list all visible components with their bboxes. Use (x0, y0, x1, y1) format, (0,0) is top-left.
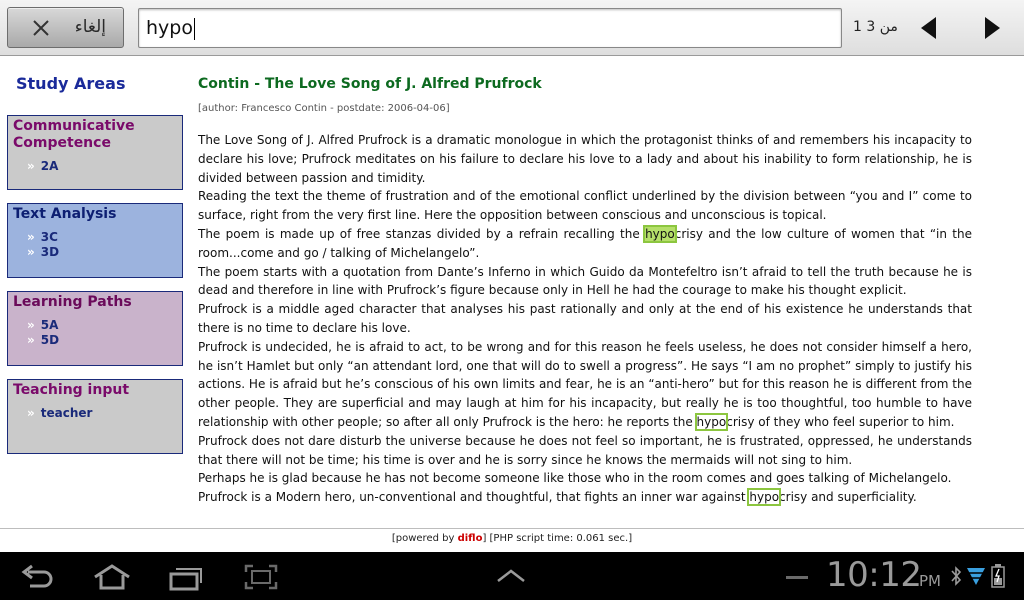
area-link-5a[interactable]: 5A (27, 318, 177, 333)
text-caret (193, 17, 195, 40)
clock-time: 10:12 (826, 555, 922, 595)
page-footer: [powered by diflo] [PHP script time: 0.0… (0, 528, 1024, 550)
close-icon (33, 20, 49, 36)
next-match-icon[interactable] (980, 14, 1004, 42)
area-link-5d[interactable]: 5D (27, 333, 177, 348)
text-run: crisy of they who feel superior to him. (726, 414, 955, 429)
text-run: crisy and superficiality. (779, 490, 917, 505)
area-link-3c[interactable]: 3C (27, 230, 177, 245)
footer-suffix: ] [PHP script time: 0.061 sec.] (482, 533, 633, 544)
search-highlight-current: hypo (643, 224, 677, 243)
footer-brand-link[interactable]: diflo (458, 533, 483, 544)
area-communicative-competence: Communicative Competence 2A (7, 115, 183, 190)
area-links: teacher (13, 406, 177, 421)
minimize-icon[interactable] (786, 575, 808, 581)
area-links: 3C 3D (13, 230, 177, 260)
previous-match-icon[interactable] (917, 14, 941, 42)
area-learning-paths: Learning Paths 5A 5D (7, 291, 183, 366)
paragraph: The Love Song of J. Alfred Prufrock is a… (198, 133, 972, 185)
match-count: 1 من 3 (853, 19, 898, 35)
search-highlight: hypo (694, 412, 729, 431)
recent-apps-icon[interactable] (168, 563, 204, 591)
article-meta: [author: Francesco Contin - postdate: 20… (198, 103, 450, 114)
screenshot-icon[interactable] (244, 564, 278, 590)
search-highlight: hypo (747, 488, 782, 507)
area-links: 2A (13, 159, 177, 174)
area-title: Teaching input (13, 382, 130, 398)
area-link-3d[interactable]: 3D (27, 245, 177, 260)
paragraph: The poem is made up of free stanzas divi… (198, 224, 972, 263)
battery-icon (991, 564, 1005, 588)
paragraph: Prufrock is a Modern hero, un-convention… (198, 488, 972, 507)
wifi-signal-icon (967, 568, 985, 585)
clock-ampm: PM (919, 572, 941, 590)
find-bar: إلغاء hypo 1 من 3 (0, 0, 1024, 56)
text-run: Prufrock is a Modern hero, un-convention… (198, 490, 750, 505)
article-title: Contin - The Love Song of J. Alfred Pruf… (198, 76, 542, 92)
area-title: Text Analysis (13, 206, 117, 222)
back-icon[interactable] (20, 564, 56, 590)
cancel-label: إلغاء (74, 17, 106, 37)
article-body: The Love Song of J. Alfred Prufrock is a… (198, 131, 972, 507)
paragraph: Reading the text the theme of frustratio… (198, 189, 972, 223)
paragraph: The poem starts with a quotation from Da… (198, 264, 972, 298)
area-teaching-input: Teaching input teacher (7, 379, 183, 454)
text-run: The poem is made up of free stanzas divi… (198, 226, 646, 241)
paragraph: Prufrock is a middle aged character that… (198, 302, 972, 335)
area-title: Learning Paths (13, 294, 132, 310)
area-links: 5A 5D (13, 318, 177, 348)
paragraph: Prufrock does not dare disturb the unive… (198, 433, 972, 467)
bluetooth-icon (951, 566, 962, 586)
cancel-button[interactable]: إلغاء (7, 7, 124, 48)
area-text-analysis: Text Analysis 3C 3D (7, 203, 183, 278)
footer-prefix: [powered by (391, 533, 458, 544)
study-areas-heading: Study Areas (16, 74, 126, 93)
chevron-up-icon[interactable] (495, 568, 527, 584)
find-query: hypo (146, 17, 193, 39)
paragraph: Perhaps he is glad because he has not be… (198, 471, 952, 486)
area-link-2a[interactable]: 2A (27, 159, 177, 174)
find-input[interactable]: hypo (138, 8, 842, 48)
area-link-teacher[interactable]: teacher (27, 406, 177, 421)
home-icon[interactable] (92, 563, 132, 591)
area-title: Communicative Competence (13, 118, 135, 151)
paragraph: Prufrock is undecided, he is afraid to a… (198, 338, 972, 432)
